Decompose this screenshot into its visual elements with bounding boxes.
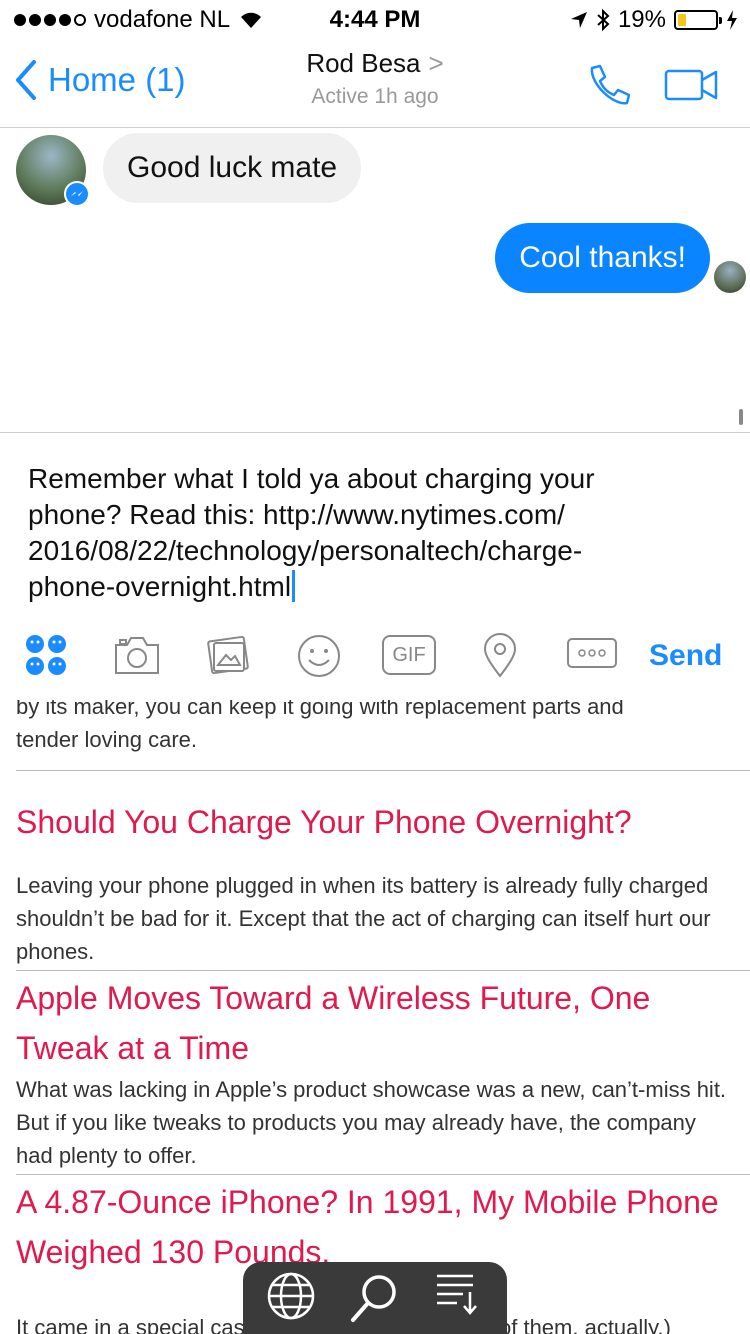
search-icon[interactable] <box>347 1270 403 1326</box>
divider <box>16 1174 750 1175</box>
article-intro-end: tender loving care. <box>16 727 197 752</box>
chevron-right-icon: > <box>428 48 444 78</box>
contact-status: Active 1h ago <box>311 85 439 108</box>
reading-list-icon[interactable] <box>433 1270 481 1318</box>
video-call-button[interactable] <box>664 68 720 102</box>
gif-button[interactable]: GIF <box>382 635 436 675</box>
contact-name-row: Rod Besa > <box>0 48 750 79</box>
read-receipt-avatar <box>714 261 746 293</box>
location-arrow-icon <box>570 12 587 28</box>
location-pin-icon[interactable] <box>480 633 520 679</box>
emoji-icon[interactable] <box>296 633 342 679</box>
gif-label: GIF <box>392 644 426 666</box>
more-options-icon[interactable] <box>566 633 618 673</box>
article-summary: Leaving your phone plugged in when its b… <box>16 873 711 964</box>
charging-bolt-icon <box>727 10 737 30</box>
photo-gallery-icon[interactable] <box>204 633 252 677</box>
draft-text: Remember what I told ya about charging y… <box>28 463 595 602</box>
contact-name: Rod Besa <box>306 48 421 78</box>
background-article: by its maker, you can keep it going with… <box>0 700 750 1334</box>
article-summary: What was lacking in Apple’s product show… <box>16 1077 727 1168</box>
incoming-message[interactable]: Good luck mate <box>103 133 362 203</box>
article-link[interactable]: Should You Charge Your Phone Overnight? <box>0 797 750 847</box>
composer-toolbar: GIF Send <box>0 633 750 683</box>
message-thread[interactable]: Good luck mate Cool thanks! <box>0 129 750 432</box>
divider <box>16 770 750 771</box>
status-right: 19% <box>570 6 738 34</box>
divider <box>16 970 750 971</box>
contact-info[interactable]: Rod Besa > Active 1h ago <box>0 48 750 109</box>
battery-icon <box>674 10 722 30</box>
message-input[interactable]: Remember what I told ya about charging y… <box>28 461 718 605</box>
battery-percent: 19% <box>617 6 666 33</box>
message-composer: Remember what I told ya about charging y… <box>0 432 750 700</box>
reader-toolbar <box>243 1262 507 1334</box>
messenger-badge-icon <box>64 181 90 207</box>
globe-icon[interactable] <box>265 1270 317 1322</box>
text-caret <box>292 570 296 602</box>
outgoing-message[interactable]: Cool thanks! <box>495 223 710 293</box>
article-intro-cut: by its maker, you can keep it going with… <box>16 700 624 719</box>
scrollbar[interactable] <box>739 409 743 425</box>
phone-call-button[interactable] <box>584 62 632 110</box>
conversation-header: Home (1) Rod Besa > Active 1h ago <box>0 40 750 128</box>
stickers-icon[interactable] <box>24 633 68 677</box>
article-link[interactable]: Apple Moves Toward a Wireless Future, On… <box>0 973 750 1073</box>
send-button[interactable]: Send <box>649 639 722 673</box>
camera-icon[interactable] <box>112 633 162 677</box>
status-bar: vodafone NL 4:44 PM 19% <box>0 0 750 40</box>
bluetooth-icon <box>597 8 610 32</box>
